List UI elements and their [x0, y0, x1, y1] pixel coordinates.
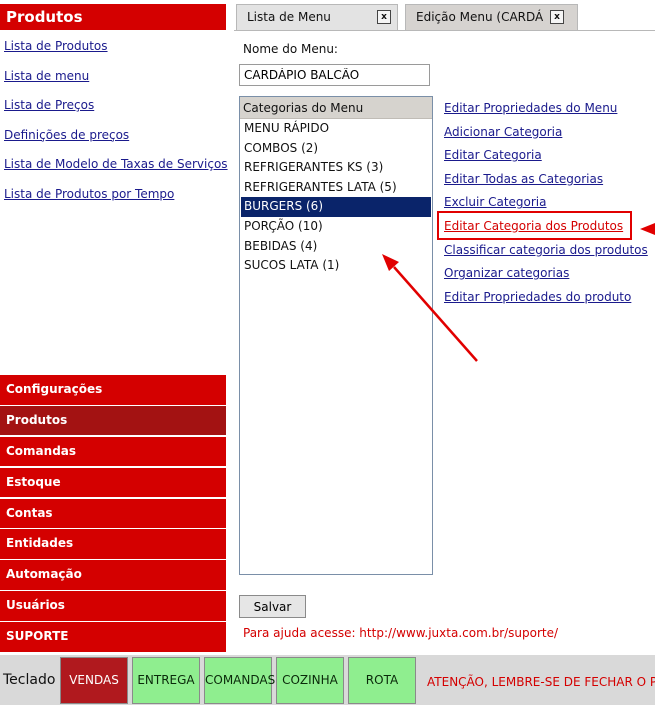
- sidebar-menu-produtos[interactable]: Produtos: [0, 405, 226, 436]
- tab-lista-de-menu[interactable]: Lista de Menu x: [236, 4, 398, 30]
- warning-text: ATENÇÃO, LEMBRE-SE DE FECHAR O P: [427, 675, 655, 689]
- annotation-highlight-box: [437, 211, 632, 240]
- category-item[interactable]: COMBOS (2): [241, 139, 431, 159]
- sidebar-menu-automacao[interactable]: Automação: [0, 560, 226, 590]
- tab-label: Edição Menu (CARDÁ: [416, 10, 544, 24]
- sidebar-link-modelo-taxas[interactable]: Lista de Modelo de Taxas de Serviços: [4, 156, 228, 186]
- sidebar-menu: Configurações Produtos Comandas Estoque …: [0, 375, 226, 653]
- category-list-header: Categorias do Menu: [240, 97, 432, 119]
- menu-name-input[interactable]: [239, 64, 430, 86]
- sidebar: Produtos Lista de Produtos Lista de menu…: [0, 0, 228, 655]
- sidebar-link-produtos-tempo[interactable]: Lista de Produtos por Tempo: [4, 186, 228, 216]
- category-item[interactable]: MENU RÁPIDO: [241, 119, 431, 139]
- category-item[interactable]: PORÇÃO (10): [241, 217, 431, 237]
- action-editar-todas-categorias[interactable]: Editar Todas as Categorias: [444, 171, 655, 195]
- sidebar-link-lista-produtos[interactable]: Lista de Produtos: [4, 38, 228, 68]
- help-text: Para ajuda acesse: http://www.juxta.com.…: [243, 626, 559, 640]
- menu-name-label: Nome do Menu:: [243, 42, 338, 56]
- sidebar-menu-entidades[interactable]: Entidades: [0, 529, 226, 559]
- action-classificar-categoria-produtos[interactable]: Classificar categoria dos produtos: [444, 242, 655, 266]
- action-editar-propriedades-produto[interactable]: Editar Propriedades do produto: [444, 289, 655, 313]
- category-item-selected[interactable]: BURGERS (6): [241, 197, 431, 217]
- comandas-button[interactable]: COMANDAS: [204, 657, 275, 704]
- sidebar-link-lista-menu[interactable]: Lista de menu: [4, 68, 228, 98]
- sidebar-links: Lista de Produtos Lista de menu Lista de…: [4, 38, 228, 215]
- sidebar-menu-usuarios[interactable]: Usuários: [0, 591, 226, 621]
- action-editar-propriedades-menu[interactable]: Editar Propriedades do Menu: [444, 100, 655, 124]
- vendas-button[interactable]: VENDAS: [60, 657, 128, 704]
- rota-button[interactable]: ROTA: [348, 657, 416, 704]
- category-item[interactable]: BEBIDAS (4): [241, 237, 431, 257]
- action-links: Editar Propriedades do Menu Adicionar Ca…: [444, 100, 655, 312]
- tab-label: Lista de Menu: [247, 10, 331, 24]
- sidebar-menu-configuracoes[interactable]: Configurações: [0, 375, 226, 405]
- sidebar-menu-suporte[interactable]: SUPORTE: [0, 622, 226, 652]
- sidebar-title: Produtos: [0, 4, 226, 30]
- close-icon[interactable]: x: [377, 10, 391, 24]
- keyboard-label[interactable]: Teclado: [3, 672, 55, 688]
- tab-edicao-menu[interactable]: Edição Menu (CARDÁ x: [405, 4, 578, 30]
- sidebar-link-definicoes-precos[interactable]: Definições de preços: [4, 127, 228, 157]
- save-button[interactable]: Salvar: [239, 595, 306, 618]
- close-icon[interactable]: x: [550, 10, 564, 24]
- action-adicionar-categoria[interactable]: Adicionar Categoria: [444, 124, 655, 148]
- category-item[interactable]: REFRIGERANTES KS (3): [241, 158, 431, 178]
- category-item[interactable]: SUCOS LATA (1): [241, 256, 431, 276]
- action-editar-categoria[interactable]: Editar Categoria: [444, 147, 655, 171]
- sidebar-menu-estoque[interactable]: Estoque: [0, 467, 226, 498]
- category-list[interactable]: Categorias do Menu MENU RÁPIDO COMBOS (2…: [239, 96, 433, 575]
- sidebar-menu-contas[interactable]: Contas: [0, 498, 226, 529]
- sidebar-link-lista-precos[interactable]: Lista de Preços: [4, 97, 228, 127]
- bottom-bar: Teclado VENDAS ENTREGA COMANDAS COZINHA …: [0, 655, 655, 705]
- tab-panel-divider: [234, 30, 655, 31]
- cozinha-button[interactable]: COZINHA: [276, 657, 344, 704]
- category-item[interactable]: REFRIGERANTES LATA (5): [241, 178, 431, 198]
- entrega-button[interactable]: ENTREGA: [132, 657, 200, 704]
- sidebar-menu-comandas[interactable]: Comandas: [0, 436, 226, 467]
- action-organizar-categorias[interactable]: Organizar categorias: [444, 265, 655, 289]
